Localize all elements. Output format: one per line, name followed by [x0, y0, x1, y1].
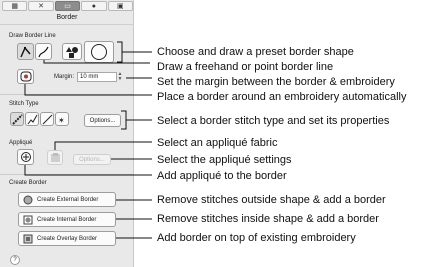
callout-line-6 — [54, 141, 152, 150]
callout-lines — [24, 41, 152, 239]
annotation-preset-shape: Choose and draw a preset border shape — [157, 46, 354, 58]
annotation-margin: Set the margin between the border & embr… — [157, 76, 395, 88]
annotation-external-border: Remove stitches outside shape & add a bo… — [157, 194, 386, 206]
callout-line-8 — [24, 165, 152, 176]
callout-line-4 — [24, 84, 152, 96]
callout-bracket-stitch — [121, 110, 127, 130]
callout-bracket-shape — [117, 41, 123, 63]
annotation-applique-settings: Select the appliqué settings — [157, 154, 292, 166]
callout-line-2 — [43, 60, 150, 64]
annotation-auto-border: Place a border around an embroidery auto… — [157, 91, 407, 103]
annotation-internal-border: Remove stitches inside shape & add a bor… — [157, 213, 379, 225]
annotation-add-applique: Add appliqué to the border — [157, 170, 287, 182]
annotation-freehand-line: Draw a freehand or point border line — [157, 61, 334, 73]
annotation-applique-fabric: Select an appliqué fabric — [157, 137, 278, 149]
annotation-overlay-border: Add border on top of existing embroidery — [157, 232, 356, 244]
annotation-stitch-type: Select a border stitch type and set its … — [157, 115, 390, 127]
